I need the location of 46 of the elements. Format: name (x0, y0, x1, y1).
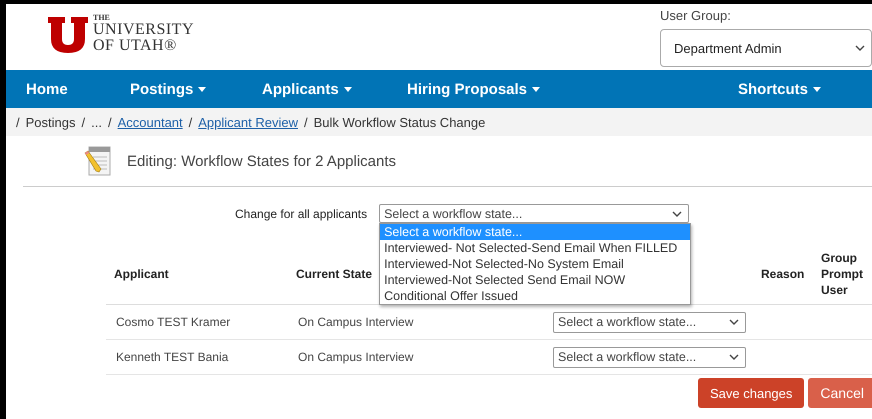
chevron-down-icon (672, 210, 682, 216)
column-header: Reason (761, 266, 804, 281)
logo-text: UNIVERSITY (93, 22, 194, 38)
breadcrumb-item: Postings (26, 114, 76, 130)
change-all-label: Change for all applicants (235, 207, 368, 221)
workflow-state-select[interactable]: Select a workflow state... (553, 312, 746, 332)
chevron-down-icon (729, 354, 739, 360)
table-cell: On Campus Interview (298, 350, 414, 364)
breadcrumb-separator: / (188, 114, 192, 130)
workflow-state-select[interactable]: Select a workflow state... (553, 346, 746, 368)
page-heading: Editing: Workflow States for 2 Applicants (127, 152, 396, 170)
table-cell: Cosmo TEST Kramer (116, 315, 230, 329)
notepad-pencil-icon (83, 145, 113, 177)
breadcrumb-separator: / (16, 114, 20, 130)
breadcrumb-link[interactable]: Accountant (118, 114, 183, 130)
logo-text: OF UTAH® (93, 38, 178, 54)
nav-item[interactable]: Postings (130, 80, 206, 98)
breadcrumb-separator: / (82, 114, 86, 130)
user-group-select[interactable]: Department Admin (660, 29, 872, 67)
u-logo-icon (48, 17, 88, 53)
dropdown-option[interactable]: Interviewed-Not Selected-No System Email (380, 256, 690, 272)
nav-item[interactable]: Home (26, 80, 68, 98)
column-header: Current State (296, 266, 372, 281)
cancel-button[interactable]: Cancel (808, 378, 872, 408)
dropdown-option[interactable]: Interviewed-Not Selected Send Email NOW (380, 272, 690, 288)
dropdown-option[interactable]: Conditional Offer Issued (380, 288, 690, 304)
dropdown-option[interactable]: Interviewed- Not Selected-Send Email When FILLED (380, 240, 690, 256)
nav-item[interactable]: Hiring Proposals (407, 80, 540, 98)
workflow-state-select[interactable]: Select a workflow state... (379, 204, 690, 223)
breadcrumb-separator: / (108, 114, 112, 130)
chevron-down-icon (855, 45, 865, 51)
table-cell: Kenneth TEST Bania (116, 350, 228, 364)
breadcrumb-separator: / (304, 114, 308, 130)
save-button[interactable]: Save changes (698, 378, 804, 408)
logo-text: THE (93, 14, 111, 22)
breadcrumb-link[interactable]: Applicant Review (198, 114, 298, 130)
column-header: Applicant (114, 266, 169, 281)
chevron-down-icon (729, 319, 739, 325)
table-cell: On Campus Interview (298, 315, 414, 329)
breadcrumb-item: Bulk Workflow Status Change (314, 114, 486, 130)
nav-item[interactable]: Shortcuts (738, 80, 822, 98)
nav-item[interactable]: Applicants (262, 80, 352, 98)
breadcrumb-item: ... (91, 114, 102, 130)
user-group-label: User Group: (660, 8, 732, 23)
dropdown-option[interactable]: Select a workflow state... (380, 224, 690, 240)
column-header: Group Prompt User (821, 250, 863, 298)
